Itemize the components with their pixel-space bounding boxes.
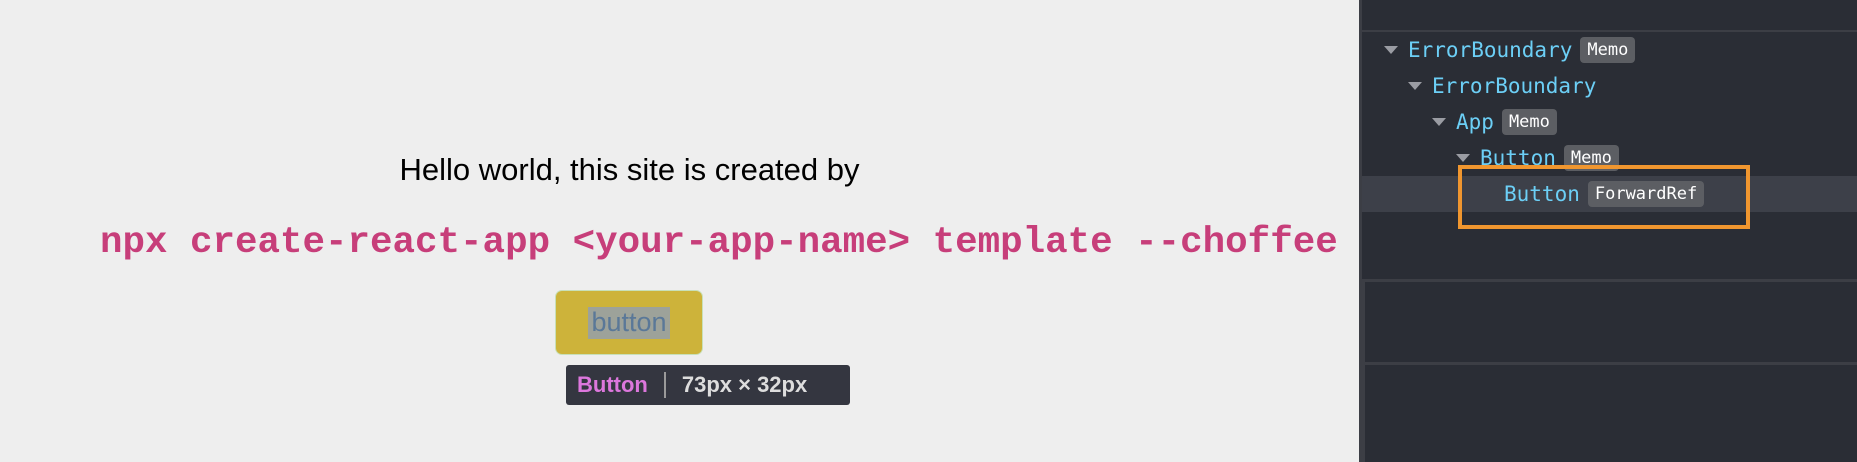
button-label: button [588, 307, 670, 339]
tree-item-errorboundary[interactable]: ErrorBoundary [1362, 68, 1857, 104]
component-badge: Memo [1580, 37, 1636, 63]
hello-text: Hello world, this site is created by [399, 152, 860, 187]
component-name: App [1456, 110, 1494, 134]
component-name: ErrorBoundary [1408, 38, 1573, 62]
component-name: ErrorBoundary [1432, 74, 1597, 98]
tooltip-divider [663, 372, 666, 398]
expand-triangle-icon[interactable] [1384, 46, 1398, 54]
button[interactable]: button [556, 291, 702, 354]
expand-triangle-icon[interactable] [1432, 118, 1446, 126]
tooltip-component-name: Button [577, 372, 648, 397]
react-devtools-panel: ErrorBoundary Memo ErrorBoundary App Mem… [1359, 0, 1857, 462]
inspect-tooltip: Button 73px × 32px [566, 365, 850, 405]
expand-triangle-icon[interactable] [1408, 82, 1422, 90]
command-text: npx create-react-app <your-app-name> tem… [100, 222, 1338, 264]
devtools-toolbar [1362, 0, 1857, 32]
app-viewport: Hello world, this site is created by npx… [0, 0, 1359, 462]
devtools-pane [1362, 362, 1857, 462]
expand-triangle-icon[interactable] [1456, 154, 1470, 162]
annotation-highlight-box [1458, 165, 1750, 229]
component-badge: Memo [1501, 109, 1557, 135]
devtools-pane [1362, 279, 1857, 365]
tree-item-app[interactable]: App Memo [1362, 104, 1857, 140]
tooltip-size: 73px × 32px [681, 372, 808, 397]
tree-item-errorboundary-memo[interactable]: ErrorBoundary Memo [1362, 32, 1857, 68]
